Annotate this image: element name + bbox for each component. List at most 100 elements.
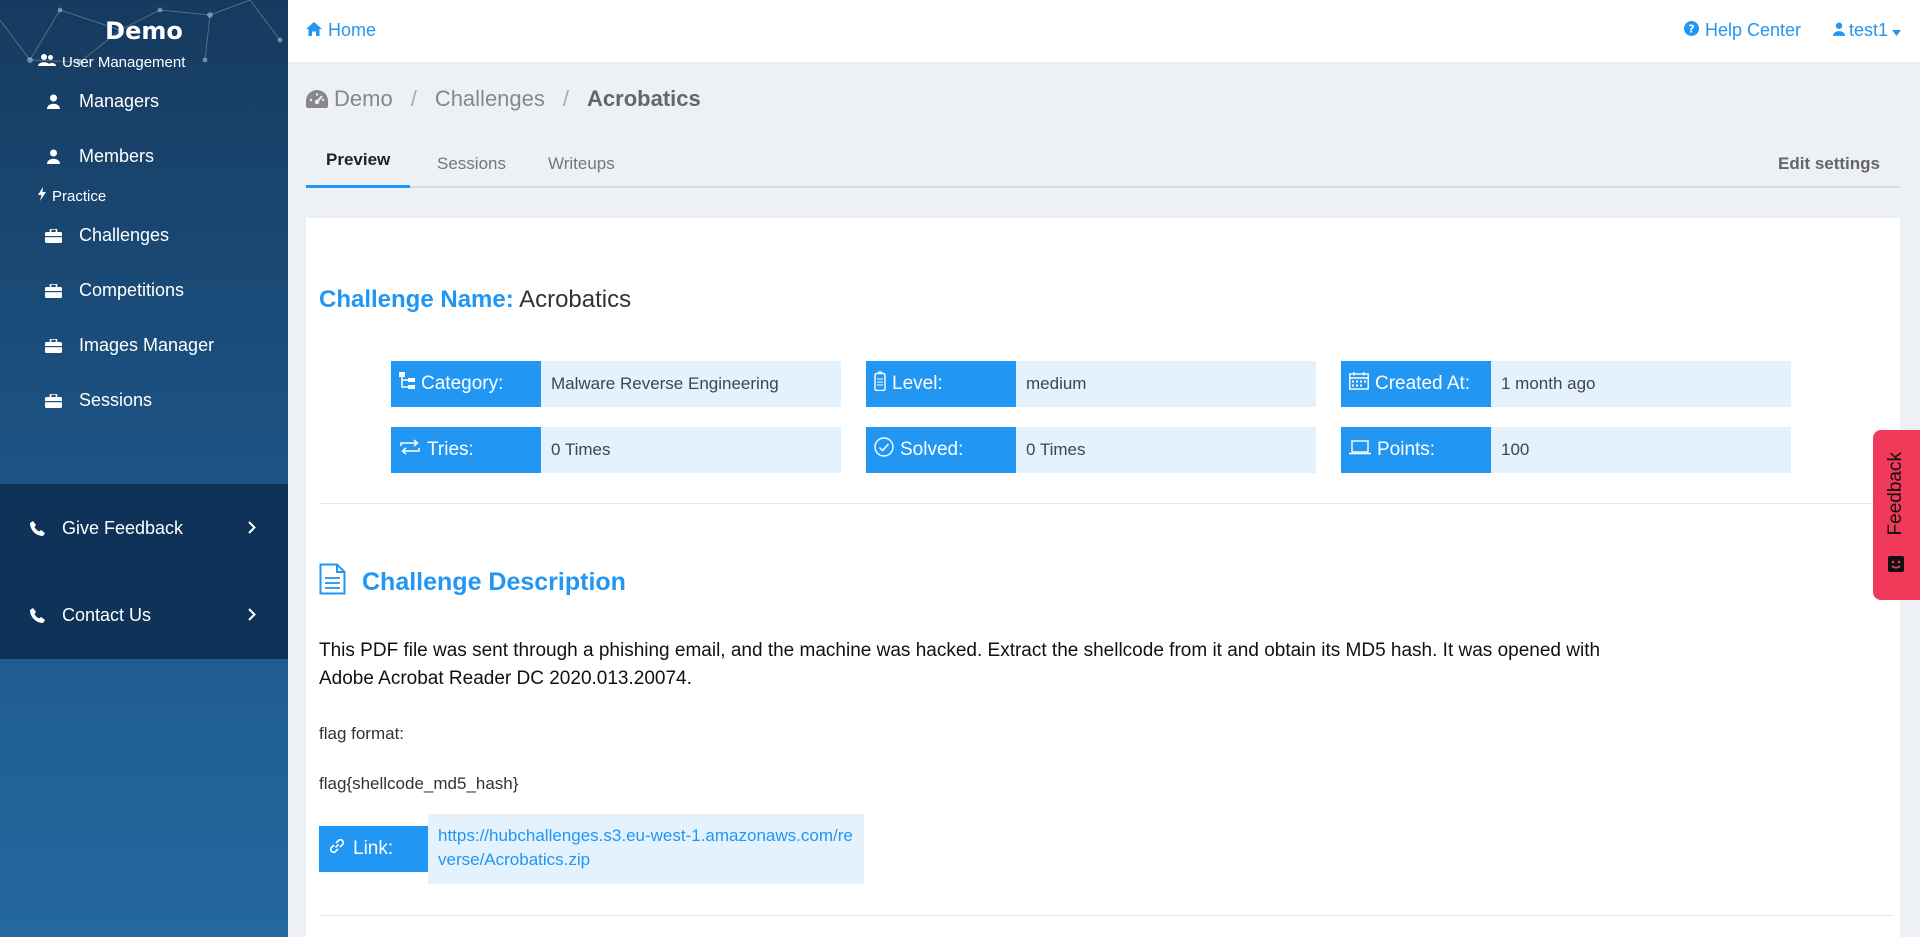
flag-format-value: flag{shellcode_md5_hash} (319, 774, 519, 793)
battery-icon (874, 371, 886, 397)
chevron-right-icon (248, 518, 256, 539)
solved-label: Solved: (900, 439, 964, 460)
home-icon (306, 20, 322, 41)
breadcrumb-separator: / (410, 86, 417, 111)
sidebar-item-label: Managers (79, 91, 160, 111)
tries-value: 0 Times (541, 427, 841, 473)
smiley-icon (1886, 554, 1906, 579)
sidebar-item-images-manager[interactable]: Images Manager (0, 318, 288, 373)
section-label: Practice (52, 187, 107, 205)
feedback-label: Feedback (1885, 452, 1906, 536)
briefcase-icon (44, 338, 62, 354)
tab-bar: Preview Sessions Writeups Edit settings (306, 140, 1900, 188)
user-icon (44, 149, 62, 165)
category-label: Category: (421, 373, 504, 394)
link-icon (327, 836, 347, 862)
help-center-label: Help Center (1705, 20, 1802, 40)
chevron-right-icon (248, 605, 256, 626)
sidebar-item-label: Competitions (79, 280, 185, 300)
sidebar-item-label: Challenges (79, 225, 170, 245)
topbar: Home ? Help Center test1 (288, 0, 1920, 62)
level-value: medium (1016, 361, 1316, 407)
divider (319, 503, 1894, 504)
section-user-management: User Management (0, 50, 288, 74)
svg-text:?: ? (1688, 23, 1694, 36)
laptop-icon (1349, 439, 1371, 461)
flag-format-label: flag format: (319, 724, 405, 743)
description-heading-label: Challenge Description (362, 568, 626, 596)
sitemap-icon (399, 372, 415, 396)
created-at-value: 1 month ago (1491, 361, 1791, 407)
info-created-at: Created At: 1 month ago (1341, 361, 1791, 407)
points-value: 100 (1491, 427, 1791, 473)
sidebar-item-managers[interactable]: Managers (0, 74, 288, 129)
tab-writeups[interactable]: Writeups (548, 154, 615, 194)
created-at-label: Created At: (1375, 373, 1471, 394)
home-label: Home (328, 20, 377, 40)
check-circle-icon (874, 437, 894, 463)
info-points: Points: 100 (1341, 427, 1791, 473)
sidebar-item-challenges[interactable]: Challenges (0, 208, 288, 263)
caret-down-icon (1892, 20, 1902, 41)
sidebar-item-competitions[interactable]: Competitions (0, 263, 288, 318)
info-tries: Tries: 0 Times (391, 427, 841, 473)
challenge-card: Challenge Name: Acrobatics Category: Mal… (306, 218, 1900, 937)
link-label: Link: (353, 838, 394, 859)
repeat-icon (399, 439, 421, 461)
challenge-name: Challenge Name: Acrobatics (319, 286, 631, 314)
tab-sessions[interactable]: Sessions (437, 154, 506, 194)
tab-preview[interactable]: Preview (306, 140, 411, 188)
sidebar-item-label: Members (79, 146, 155, 166)
sidebar-item-label: Images Manager (79, 335, 215, 355)
users-icon (38, 53, 56, 71)
divider (319, 915, 1894, 916)
phone-icon (30, 520, 48, 536)
level-label: Level: (892, 373, 943, 394)
category-value: Malware Reverse Engineering (541, 361, 841, 407)
sidebar-item-members[interactable]: Members (0, 129, 288, 184)
points-label: Points: (1377, 439, 1436, 460)
info-solved: Solved: 0 Times (866, 427, 1316, 473)
user-icon (1833, 20, 1845, 41)
document-icon (319, 563, 346, 602)
info-category: Category: Malware Reverse Engineering (391, 361, 841, 407)
breadcrumb-root[interactable]: Demo (334, 86, 393, 112)
briefcase-icon (44, 283, 62, 299)
user-menu[interactable]: test1 (1833, 20, 1902, 41)
section-practice: Practice (0, 184, 288, 208)
question-circle-icon: ? (1684, 20, 1699, 41)
sidebar: Demo User Management Managers Members Pr… (0, 0, 288, 937)
tries-label: Tries: (427, 439, 474, 460)
section-label: User Management (62, 53, 186, 71)
dashboard-icon (306, 90, 328, 108)
solved-value: 0 Times (1016, 427, 1316, 473)
breadcrumb-challenges[interactable]: Challenges (435, 86, 545, 112)
breadcrumb: Demo / Challenges / Acrobatics (306, 86, 701, 112)
help-center-link[interactable]: ? Help Center (1684, 20, 1801, 41)
info-level: Level: medium (866, 361, 1316, 407)
user-name: test1 (1849, 20, 1889, 40)
briefcase-icon (44, 393, 62, 409)
description-heading: Challenge Description (319, 563, 626, 602)
sidebar-item-label: Contact Us (62, 604, 152, 625)
phone-icon (30, 607, 48, 623)
challenge-name-value: Acrobatics (519, 286, 632, 313)
sidebar-item-sessions[interactable]: Sessions (0, 373, 288, 428)
edit-settings-link[interactable]: Edit settings (1778, 154, 1880, 194)
bolt-icon (38, 187, 46, 205)
briefcase-icon (44, 228, 62, 244)
sidebar-item-contact-us[interactable]: Contact Us (0, 587, 288, 643)
breadcrumb-separator: / (562, 86, 570, 111)
sidebar-item-give-feedback[interactable]: Give Feedback (0, 500, 288, 556)
challenge-name-label: Challenge Name: (319, 286, 514, 313)
calendar-icon (1349, 372, 1369, 396)
challenge-download-link[interactable]: https://hubchallenges.s3.eu-west-1.amazo… (428, 814, 864, 884)
sidebar-item-label: Sessions (79, 390, 153, 410)
link-label-box: Link: (319, 826, 428, 872)
description-body: This PDF file was sent through a phishin… (319, 640, 1601, 689)
sidebar-item-label: Give Feedback (62, 517, 184, 538)
feedback-tab[interactable]: Feedback (1873, 430, 1920, 600)
sidebar-support-block: Give Feedback Contact Us (0, 484, 288, 659)
home-link[interactable]: Home (306, 20, 376, 41)
breadcrumb-current: Acrobatics (587, 86, 701, 111)
